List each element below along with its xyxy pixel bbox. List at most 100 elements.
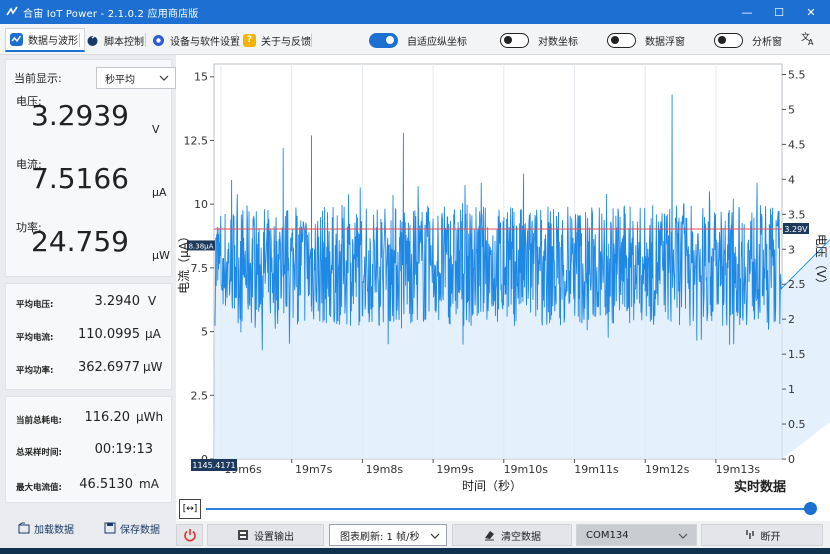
total-time-value: 00:19:13 — [94, 442, 153, 457]
y-right-tick-label: 3 — [788, 243, 795, 256]
tab-about-feedback[interactable]: ? 关于与反馈 — [239, 28, 317, 52]
max-current-value: 46.5130 — [79, 477, 133, 492]
settings-output-label: 设置输出 — [254, 531, 294, 543]
clear-data-button[interactable]: 清空数据 — [452, 524, 572, 546]
y-left-axis-title: 电流（μA） — [177, 230, 191, 294]
disconnect-icon — [745, 530, 754, 539]
y-right-tick-label: 0 — [788, 453, 795, 466]
y-left-tick-label: 12.5 — [184, 134, 209, 147]
x-tick-label: 19m9s — [436, 463, 474, 476]
x-tick-label: 19m8s — [366, 463, 404, 476]
current-readings-card: 当前显示: 秒平均 电压: 3.2939 V 电流: 7.5166 μA 功率:… — [5, 59, 176, 277]
power-unit: μW — [152, 249, 170, 262]
load-icon — [18, 522, 30, 534]
analysis-window-toggle[interactable]: 分析窗 — [714, 30, 782, 50]
time-slider-row: [↔] — [176, 497, 830, 521]
left-panel: 当前显示: 秒平均 电压: 3.2939 V 电流: 7.5166 μA 功率:… — [0, 55, 176, 554]
app-window: 合宙 IoT Power - 2.1.0.2 应用商店版 — ☐ ✕ 数据与波形… — [0, 0, 830, 554]
y-right-tick-label: 4 — [788, 173, 795, 186]
y-right-tick-label: 1.5 — [788, 348, 806, 361]
window-title: 合宙 IoT Power - 2.1.0.2 应用商店版 — [23, 8, 199, 20]
y-left-tick-label: 2.5 — [191, 389, 209, 402]
wave-icon — [10, 33, 23, 46]
log-scale-toggle[interactable]: 对数坐标 — [500, 30, 578, 50]
average-stats-card: 平均电压: 3.2940 V 平均电流: 110.0995 μA 平均功率: 3… — [5, 283, 172, 390]
toggle-switch[interactable] — [607, 32, 636, 48]
y-left-tick-label: 10 — [194, 198, 208, 211]
main-toolbar: 数据与波形 脚本控制 设备与软件设置 ? 关于与反馈 自适应纵坐标 对数坐标 数… — [0, 24, 830, 55]
total-stats-card: 当前总耗电: 116.20 μWh 总采样时间: 00:19:13 最大电流值:… — [5, 396, 172, 503]
total-energy-unit: μWh — [136, 410, 164, 424]
y-right-tick-label: 4.5 — [788, 138, 806, 151]
toggle-label: 数据浮窗 — [645, 36, 685, 48]
current-marker-label: 8.38μA — [189, 242, 214, 250]
data-float-toggle[interactable]: 数据浮窗 — [607, 30, 685, 50]
tab-label: 设备与软件设置 — [170, 36, 240, 48]
power-button[interactable] — [176, 524, 203, 546]
close-button[interactable]: ✕ — [794, 0, 828, 24]
voltage-unit: V — [152, 123, 160, 136]
tab-label: 数据与波形 — [28, 36, 78, 47]
y-right-tick-label: 2 — [788, 313, 795, 326]
tab-divider — [236, 33, 237, 47]
load-data-button[interactable]: 加载数据 — [18, 517, 74, 539]
com-port-select[interactable]: COM134 — [576, 524, 697, 546]
avg-current-unit: μA — [145, 327, 161, 341]
clear-data-label: 清空数据 — [501, 531, 541, 543]
settings-output-button[interactable]: 设置输出 — [207, 524, 324, 546]
save-data-button[interactable]: 保存数据 — [104, 517, 160, 539]
app-logo-icon — [5, 5, 19, 19]
toggle-switch[interactable] — [714, 32, 743, 48]
y-left-tick-label: 15 — [194, 71, 208, 84]
tab-data-waveform[interactable]: 数据与波形 — [5, 28, 85, 52]
refresh-rate-select[interactable]: 图表刷新: 1 帧/秒 — [329, 524, 447, 546]
waveform-chart[interactable]: 02.557.51012.51500.511.522.533.544.555.5… — [176, 55, 830, 497]
bottom-bar: 设置输出 图表刷新: 1 帧/秒 清空数据 COM134 断开 — [176, 521, 830, 548]
tab-script-control[interactable]: 脚本控制 — [82, 28, 150, 52]
y-right-tick-label: 5 — [788, 103, 795, 116]
avg-power-unit: μW — [143, 360, 163, 374]
avg-voltage-value: 3.2940 — [94, 294, 141, 309]
minimize-button[interactable]: — — [730, 0, 764, 24]
display-mode-select[interactable]: 秒平均 — [96, 67, 176, 89]
x-start-label: 1145.4171 — [192, 461, 235, 470]
toggle-label: 对数坐标 — [538, 36, 578, 48]
voltage-value: 3.2939 — [31, 99, 129, 132]
disconnect-label: 断开 — [760, 531, 781, 543]
translate-icon[interactable]: 文 A — [800, 30, 816, 46]
display-mode-value: 秒平均 — [105, 74, 135, 86]
avg-voltage-label: 平均电压: — [16, 300, 54, 310]
chart-title: 实时数据 — [734, 480, 787, 495]
x-axis-title: 时间（秒） — [462, 479, 522, 493]
fit-view-button[interactable]: [↔] — [179, 499, 201, 519]
script-icon — [86, 34, 99, 47]
x-tick-label: 19m7s — [295, 463, 333, 476]
y-right-tick-label: 3.5 — [788, 208, 806, 221]
refresh-rate-value: 图表刷新: 1 帧/秒 — [340, 531, 420, 543]
toggle-switch[interactable] — [369, 32, 398, 48]
tab-label: 脚本控制 — [104, 36, 144, 48]
chart-area[interactable]: 02.557.51012.51500.511.522.533.544.555.5… — [176, 55, 830, 497]
svg-text:A: A — [808, 38, 814, 46]
disconnect-button[interactable]: 断开 — [701, 524, 823, 546]
x-tick-label: 19m12s — [645, 463, 690, 476]
toggle-switch[interactable] — [500, 32, 529, 48]
total-time-label: 总采样时间: — [16, 448, 62, 458]
adaptive-y-toggle[interactable]: 自适应纵坐标 — [369, 30, 467, 50]
settings-icon — [152, 34, 165, 47]
avg-power-value: 362.6977 — [77, 360, 140, 375]
title-bar[interactable]: 合宙 IoT Power - 2.1.0.2 应用商店版 — ☐ ✕ — [0, 0, 830, 24]
y-right-axis-title: 电压（V） — [814, 234, 828, 290]
time-slider-track[interactable] — [206, 508, 812, 510]
question-icon: ? — [243, 33, 256, 47]
output-icon — [238, 530, 248, 540]
chevron-down-icon — [159, 75, 169, 81]
y-left-tick-label: 7.5 — [191, 262, 209, 275]
time-slider-handle[interactable] — [804, 502, 817, 515]
current-unit: μA — [152, 186, 167, 199]
y-right-tick-label: 2.5 — [788, 278, 806, 291]
max-current-unit: mA — [139, 477, 159, 491]
tab-device-settings[interactable]: 设备与软件设置 — [148, 28, 246, 52]
maximize-button[interactable]: ☐ — [762, 0, 796, 24]
avg-current-label: 平均电流: — [16, 333, 54, 343]
